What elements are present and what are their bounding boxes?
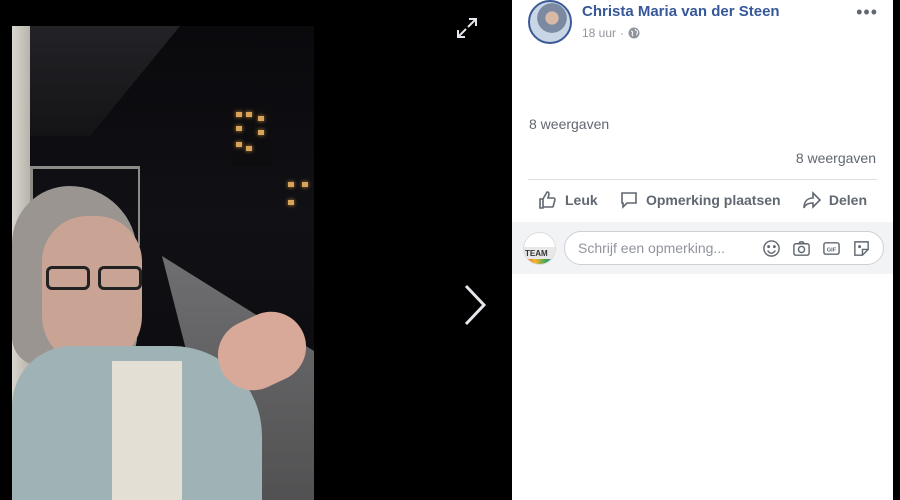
chevron-right-icon[interactable] bbox=[460, 282, 490, 328]
globe-icon[interactable] bbox=[628, 27, 640, 39]
views-count[interactable]: 8 weergaven bbox=[796, 150, 876, 166]
author-avatar[interactable] bbox=[528, 0, 572, 44]
like-label: Leuk bbox=[565, 192, 598, 208]
video-frame[interactable] bbox=[12, 26, 314, 500]
comment-label: Opmerking plaatsen bbox=[645, 192, 781, 208]
gif-icon[interactable]: GIF bbox=[822, 239, 841, 258]
commenter-avatar[interactable]: TEAM bbox=[523, 232, 556, 265]
media-viewer bbox=[0, 0, 512, 500]
divider bbox=[528, 179, 877, 180]
comment-button[interactable]: Opmerking plaatsen bbox=[609, 190, 791, 210]
scene-ceiling bbox=[30, 26, 180, 136]
post-time[interactable]: 18 uur bbox=[582, 26, 616, 40]
post-panel: Christa Maria van der Steen 18 uur · •••… bbox=[512, 0, 893, 500]
share-button[interactable]: Delen bbox=[792, 190, 877, 210]
comment-tools: GIF bbox=[762, 239, 871, 258]
comment-input[interactable]: Schrijf een opmerking... GIF bbox=[564, 231, 884, 265]
sticker-icon[interactable] bbox=[852, 239, 871, 258]
author-name[interactable]: Christa Maria van der Steen bbox=[582, 3, 780, 20]
post-meta: 18 uur · bbox=[582, 26, 640, 40]
views-label: 8 weergaven bbox=[529, 116, 610, 132]
more-options-icon[interactable]: ••• bbox=[856, 2, 878, 23]
post-header: Christa Maria van der Steen 18 uur · ••• bbox=[528, 0, 878, 50]
comment-composer: TEAM Schrijf een opmerking... GIF bbox=[512, 222, 893, 274]
svg-text:GIF: GIF bbox=[827, 247, 837, 253]
viewport-edge bbox=[893, 0, 900, 500]
post-actions: Leuk Opmerking plaatsen Delen bbox=[528, 184, 877, 216]
share-label: Delen bbox=[828, 192, 867, 208]
comment-icon bbox=[621, 192, 637, 209]
camera-icon[interactable] bbox=[792, 239, 811, 258]
meta-separator: · bbox=[620, 26, 625, 40]
comment-placeholder: Schrijf een opmerking... bbox=[578, 240, 726, 256]
thumbs-up-icon bbox=[539, 191, 556, 209]
share-icon bbox=[803, 191, 822, 209]
scene-building bbox=[232, 106, 272, 166]
commenter-avatar-text: TEAM bbox=[525, 249, 548, 258]
expand-icon[interactable] bbox=[455, 16, 479, 40]
like-button[interactable]: Leuk bbox=[528, 190, 608, 210]
scene-person bbox=[12, 186, 314, 500]
emoji-icon[interactable] bbox=[762, 239, 781, 258]
